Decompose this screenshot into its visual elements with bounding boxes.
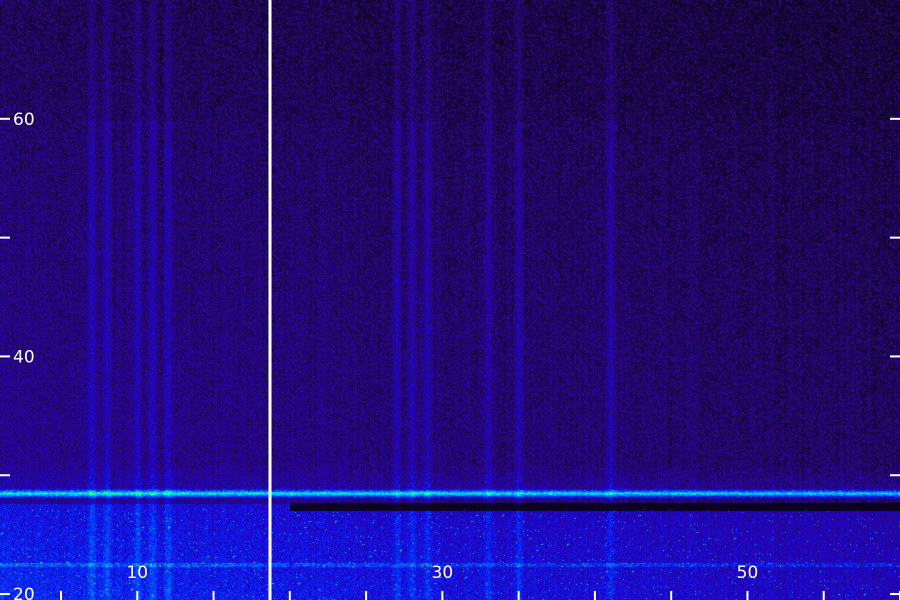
y-tick-label: 60 bbox=[13, 110, 35, 130]
y-tick-label: 20 bbox=[13, 585, 35, 600]
spectrogram-overlay: 10 30 50 20 40 60 bbox=[0, 0, 900, 600]
x-tick-label: 10 bbox=[126, 563, 148, 583]
y-axis-ticks-left bbox=[0, 117, 10, 596]
y-axis-tick-labels: 20 40 60 bbox=[13, 110, 35, 600]
x-tick-label: 50 bbox=[737, 563, 759, 583]
x-axis-tick-labels: 10 30 50 bbox=[126, 563, 758, 583]
y-tick-label: 40 bbox=[13, 347, 35, 367]
x-axis-ticks bbox=[60, 591, 900, 600]
y-axis-ticks-right bbox=[890, 117, 900, 596]
x-tick-label: 30 bbox=[432, 563, 454, 583]
